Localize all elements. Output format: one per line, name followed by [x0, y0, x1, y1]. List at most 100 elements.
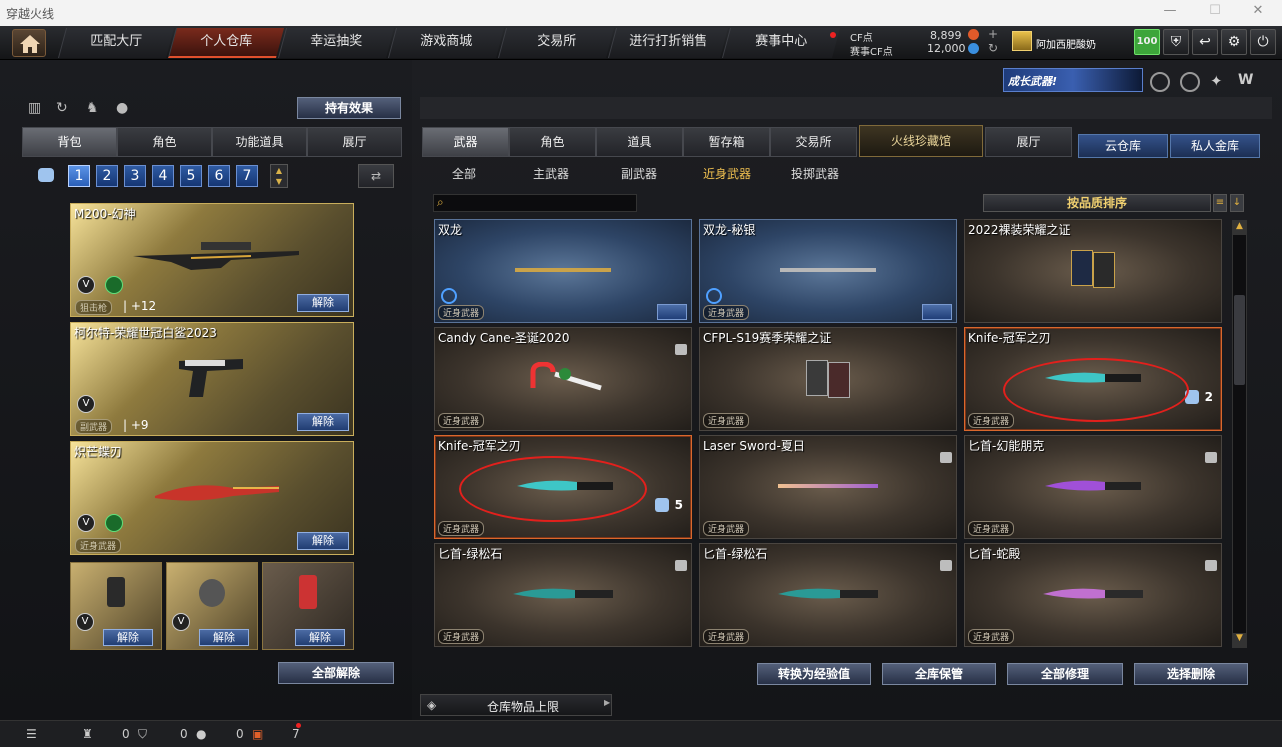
minimize-button[interactable]: — — [1150, 3, 1190, 23]
growth-weapon-banner[interactable]: 成长武器! — [1003, 68, 1143, 92]
tab-characters[interactable]: 角色 — [509, 127, 596, 157]
equip-slot-melee[interactable]: 炽芒蝶刃 V 近身武器 解除 — [70, 441, 354, 555]
gear-icon[interactable]: ⚙ — [1221, 29, 1247, 55]
left-tab-character[interactable]: 角色 — [117, 127, 212, 157]
w-icon[interactable]: W — [1238, 72, 1258, 92]
sparkle-icon[interactable]: ✦ — [1210, 72, 1230, 92]
search-input[interactable] — [452, 195, 634, 211]
grid-item-dagger-snake-palace[interactable]: 匕首-蛇殿 近身武器 — [964, 543, 1222, 647]
unequip-all-button[interactable]: 全部解除 — [278, 662, 394, 684]
grenade-icon[interactable]: ● — [116, 100, 132, 116]
list-view-icon[interactable]: ≡ — [1213, 194, 1227, 212]
nav-tab-warehouse[interactable]: 个人仓库 — [167, 28, 285, 58]
unequip-button[interactable]: 解除 — [295, 629, 345, 646]
scroll-down-icon[interactable]: ▼ — [1233, 633, 1246, 647]
tab-private-vault[interactable]: 私人金库 — [1170, 134, 1260, 158]
maximize-button[interactable]: ☐ — [1195, 3, 1235, 23]
sort-dropdown[interactable]: 按品质排序 — [983, 194, 1211, 212]
search-box[interactable]: ⌕ — [433, 194, 637, 212]
equip-slot-secondary[interactable]: 柯尔特-荣耀世冠白鲨2023 V 副武器 | +9 解除 — [70, 322, 354, 436]
stats-icon[interactable]: ▥ — [28, 100, 44, 116]
left-tab-tools[interactable]: 功能道具 — [212, 127, 307, 157]
page-stepper[interactable]: ▲ ▼ — [270, 164, 288, 188]
grid-item-dagger-cyberpunk[interactable]: 匕首-幻能朋克 近身武器 — [964, 435, 1222, 539]
grid-item-dagger-turquoise-1[interactable]: 匕首-绿松石 近身武器 — [434, 543, 692, 647]
grid-item-twin-dragon-mithril[interactable]: 双龙-秘银 近身武器 — [699, 219, 957, 323]
throwable-slot-2[interactable]: V 解除 — [166, 562, 258, 650]
team-icon[interactable]: ♜ — [82, 727, 93, 741]
tab-showroom[interactable]: 展厅 — [985, 127, 1072, 157]
grid-item-laser-sword[interactable]: Laser Sword-夏日 近身武器 — [699, 435, 957, 539]
page-4[interactable]: 4 — [152, 165, 174, 187]
tab-items[interactable]: 道具 — [596, 127, 683, 157]
grid-item-candy-cane[interactable]: Candy Cane-圣诞2020 近身武器 — [434, 327, 692, 431]
subtab-melee[interactable]: 近身武器 — [703, 165, 751, 182]
subtab-secondary[interactable]: 副武器 — [621, 165, 657, 182]
chat-icon[interactable]: ● — [196, 727, 206, 741]
nav-tab-exchange[interactable]: 交易所 — [497, 28, 615, 58]
nav-tab-events[interactable]: 赛事中心 — [721, 28, 841, 58]
tab-collection-hall[interactable]: 火线珍藏馆 — [859, 125, 983, 157]
unequip-button[interactable]: 解除 — [297, 294, 349, 312]
gift-icon[interactable]: ▣ — [252, 727, 263, 741]
page-7[interactable]: 7 — [236, 165, 258, 187]
throwable-slot-1[interactable]: V 解除 — [70, 562, 162, 650]
power-icon[interactable]: ⏻ — [1250, 29, 1276, 55]
sort-direction-icon[interactable]: ↓ — [1230, 194, 1244, 212]
flag-icon[interactable] — [922, 304, 952, 320]
throwable-slot-3[interactable]: 解除 — [262, 562, 354, 650]
tab-weapons[interactable]: 武器 — [422, 127, 509, 157]
menu-list-icon[interactable]: ☰ — [26, 727, 37, 741]
return-icon[interactable]: ↩ — [1192, 29, 1218, 55]
subtab-primary[interactable]: 主武器 — [533, 165, 569, 182]
grid-item-2022-honor-proof[interactable]: 2022裸装荣耀之证 — [964, 219, 1222, 323]
nav-tab-match-lobby[interactable]: 匹配大厅 — [57, 28, 175, 58]
left-tab-showroom[interactable]: 展厅 — [307, 127, 402, 157]
grid-item-twin-dragon[interactable]: 双龙 近身武器 — [434, 219, 692, 323]
convert-exp-button[interactable]: 转换为经验值 — [757, 663, 871, 685]
unequip-button[interactable]: 解除 — [297, 532, 349, 550]
shield-icon[interactable]: ⛉ — [138, 727, 147, 742]
unequip-button[interactable]: 解除 — [199, 629, 249, 646]
home-button[interactable] — [12, 29, 46, 57]
grid-item-champion-knife-2[interactable]: Knife-冠军之刃 5 近身武器 — [434, 435, 692, 539]
character-icon[interactable]: ♞ — [86, 100, 102, 116]
unequip-button[interactable]: 解除 — [297, 413, 349, 431]
tab-storage-box[interactable]: 暂存箱 — [683, 127, 770, 157]
armor-icon[interactable]: ⛨ — [1163, 29, 1189, 55]
page-2[interactable]: 2 — [96, 165, 118, 187]
swap-icon[interactable]: ⇄ — [358, 164, 394, 188]
flag-icon[interactable] — [657, 304, 687, 320]
held-effect-button[interactable]: 持有效果 — [297, 97, 401, 119]
tab-cloud-warehouse[interactable]: 云仓库 — [1078, 134, 1168, 158]
nav-tab-shop[interactable]: 游戏商城 — [387, 28, 505, 58]
grid-item-champion-knife-1[interactable]: Knife-冠军之刃 2 近身武器 — [964, 327, 1222, 431]
nav-tab-lottery[interactable]: 幸运抽奖 — [277, 28, 395, 58]
subtab-throwable[interactable]: 投掷武器 — [791, 165, 839, 182]
close-button[interactable]: ✕ — [1238, 3, 1278, 23]
unequip-button[interactable]: 解除 — [103, 629, 153, 646]
scrollbar[interactable]: ▲ ▼ — [1232, 220, 1247, 648]
page-3[interactable]: 3 — [124, 165, 146, 187]
store-all-button[interactable]: 全库保管 — [882, 663, 996, 685]
page-1[interactable]: 1 — [68, 165, 90, 187]
nav-tab-sale[interactable]: 进行打折销售 — [607, 28, 729, 58]
capacity-bar[interactable]: ◈ 仓库物品上限 ▶ — [420, 694, 612, 716]
equip-slot-primary[interactable]: M200-幻神 V 狙击枪 | +12 解除 — [70, 203, 354, 317]
page-5[interactable]: 5 — [180, 165, 202, 187]
refresh-icon[interactable]: ↻ — [988, 41, 998, 55]
grid-item-cfpl-s19[interactable]: CFPL-S19赛季荣耀之证 近身武器 — [699, 327, 957, 431]
subtab-all[interactable]: 全部 — [452, 165, 476, 182]
select-delete-button[interactable]: 选择删除 — [1134, 663, 1248, 685]
v-icon[interactable] — [1150, 72, 1170, 92]
scroll-up-icon[interactable]: ▲ — [1233, 221, 1246, 235]
rotate-icon[interactable]: ↻ — [56, 100, 72, 116]
repair-all-button[interactable]: 全部修理 — [1007, 663, 1123, 685]
page-6[interactable]: 6 — [208, 165, 230, 187]
globe-icon[interactable] — [1180, 72, 1200, 92]
grid-item-dagger-turquoise-2[interactable]: 匕首-绿松石 近身武器 — [699, 543, 957, 647]
add-cf-icon[interactable]: + — [988, 27, 998, 41]
tab-exchange[interactable]: 交易所 — [770, 127, 857, 157]
scroll-thumb[interactable] — [1234, 295, 1245, 385]
left-tab-bag[interactable]: 背包 — [22, 127, 117, 157]
